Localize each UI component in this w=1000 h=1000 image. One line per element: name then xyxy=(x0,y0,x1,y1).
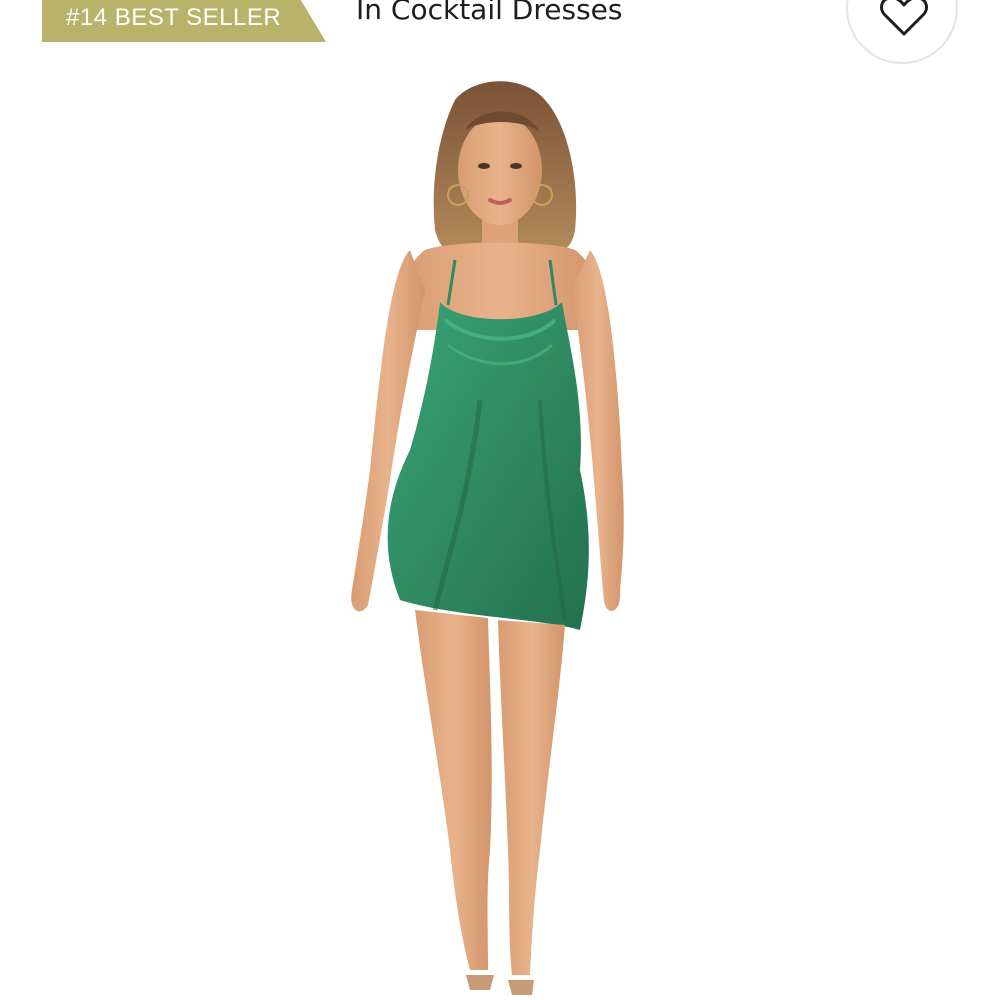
category-link[interactable]: In Cocktail Dresses xyxy=(356,0,622,30)
badge-label: #14 BEST SELLER xyxy=(66,4,282,31)
product-page: #14 BEST SELLER In Cocktail Dresses xyxy=(0,0,1000,1000)
wishlist-button[interactable] xyxy=(846,0,958,64)
best-seller-badge: #14 BEST SELLER xyxy=(42,0,326,42)
heart-outline-icon xyxy=(880,0,928,36)
product-image[interactable] xyxy=(250,70,750,1000)
model-in-dress-illustration xyxy=(351,81,624,995)
